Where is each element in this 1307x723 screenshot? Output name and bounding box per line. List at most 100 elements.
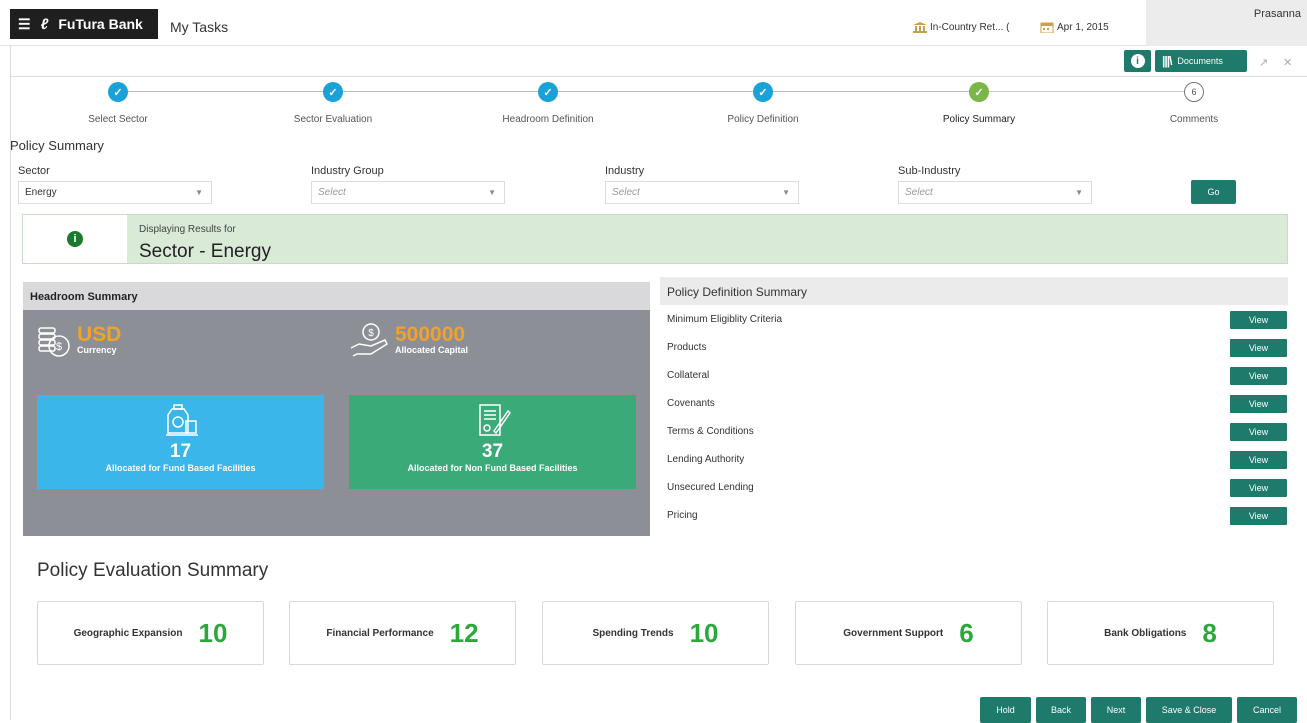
view-button[interactable]: View (1230, 367, 1287, 385)
step-label: Select Sector (88, 114, 148, 125)
hamburger-menu-icon[interactable]: ☰ (18, 16, 31, 33)
evaluation-name: Financial Performance (326, 627, 434, 639)
sub-industry-placeholder: Select (905, 187, 933, 198)
bank-building-icon (913, 22, 927, 33)
evaluation-card[interactable]: Geographic Expansion 10 (37, 601, 264, 665)
view-button[interactable]: View (1230, 451, 1287, 469)
go-button[interactable]: Go (1191, 180, 1236, 204)
policy-item-name: Covenants (667, 398, 715, 409)
step-select-sector[interactable]: ✓ Select Sector (48, 82, 188, 125)
banner-icon-box: i (23, 215, 127, 263)
evaluation-name: Geographic Expansion (73, 627, 183, 639)
info-icon: i (1130, 54, 1145, 68)
next-button[interactable]: Next (1091, 697, 1141, 723)
policy-definition-summary: Policy Definition Summary (660, 277, 1288, 305)
save-close-button[interactable]: Save & Close (1146, 697, 1232, 723)
step-label: Policy Summary (942, 114, 1016, 125)
non-fund-based-tile[interactable]: 37 Allocated for Non Fund Based Faciliti… (349, 395, 636, 489)
hand-money-icon: $ (350, 323, 388, 357)
caret-down-icon: ▼ (488, 188, 496, 197)
step-label: Headroom Definition (502, 114, 594, 125)
evaluation-card[interactable]: Financial Performance 12 (289, 601, 516, 665)
evaluation-card[interactable]: Bank Obligations 8 (1047, 601, 1274, 665)
policy-definition-row: Minimum Eligiblity Criteria View (660, 311, 1288, 331)
check-icon: ✓ (108, 82, 128, 102)
view-button[interactable]: View (1230, 339, 1287, 357)
policy-item-name: Lending Authority (667, 454, 745, 465)
industry-label: Industry (605, 165, 645, 177)
evaluation-value: 10 (689, 617, 719, 648)
user-menu[interactable]: Prasanna (1146, 0, 1307, 46)
currency-label: Currency (77, 345, 117, 355)
fund-based-value: 17 (169, 441, 192, 462)
step-label: Policy Definition (727, 114, 799, 125)
allocated-capital-value: 500000 (395, 323, 466, 346)
step-number: 6 (1184, 82, 1204, 102)
documents-button[interactable]: |||\ Documents (1155, 50, 1247, 72)
step-policy-summary[interactable]: ✓ Policy Summary (909, 82, 1049, 125)
caret-down-icon: ▼ (1075, 188, 1083, 197)
documents-label: Documents (1177, 56, 1223, 66)
policy-item-name: Pricing (667, 510, 698, 521)
view-button[interactable]: View (1230, 395, 1287, 413)
sub-industry-select[interactable]: Select ▼ (898, 181, 1092, 204)
industry-group-select[interactable]: Select ▼ (311, 181, 505, 204)
headroom-summary-title: Headroom Summary (23, 282, 650, 310)
caret-down-icon: ▼ (782, 188, 790, 197)
brand-logo[interactable]: ☰ ℓ FuTura Bank (10, 9, 158, 39)
evaluation-card[interactable]: Government Support 6 (795, 601, 1022, 665)
policy-item-name: Minimum Eligiblity Criteria (667, 314, 783, 325)
calendar-icon (1040, 22, 1054, 33)
evaluation-value: 6 (959, 617, 974, 648)
step-label: Sector Evaluation (293, 114, 373, 125)
policy-evaluation-title: Policy Evaluation Summary (37, 560, 269, 581)
check-icon: ✓ (753, 82, 773, 102)
banner-title: Sector - Energy (139, 241, 271, 262)
svg-text:$: $ (368, 328, 374, 339)
entity-label: In-Country Ret... ( (930, 22, 1010, 33)
industry-group-placeholder: Select (318, 187, 346, 198)
documents-icon: |||\ (1162, 54, 1172, 68)
industry-select[interactable]: Select ▼ (605, 181, 799, 204)
expand-icon[interactable]: ↗ (1259, 56, 1268, 69)
left-border (10, 132, 11, 720)
currency-value: USD (77, 323, 122, 346)
top-bar: ☰ ℓ FuTura Bank My Tasks In-Country Ret.… (0, 0, 1307, 46)
policy-definition-row: Collateral View (660, 367, 1288, 387)
policy-definition-row: Terms & Conditions View (660, 423, 1288, 443)
currency-item: $ USD Currency (37, 322, 121, 358)
hold-button[interactable]: Hold (980, 697, 1031, 723)
policy-definition-title: Policy Definition Summary (660, 277, 1288, 305)
non-fund-based-value: 37 (481, 441, 504, 462)
info-button[interactable]: i (1124, 50, 1151, 72)
evaluation-card[interactable]: Spending Trends 10 (542, 601, 769, 665)
close-icon[interactable]: ✕ (1283, 56, 1292, 69)
view-button[interactable]: View (1230, 311, 1287, 329)
view-button[interactable]: View (1230, 507, 1287, 525)
step-policy-definition[interactable]: ✓ Policy Definition (693, 82, 833, 125)
evaluation-name: Bank Obligations (1104, 627, 1187, 639)
page-title: Policy Summary (10, 138, 104, 153)
step-headroom-definition[interactable]: ✓ Headroom Definition (478, 82, 618, 125)
date-display[interactable]: Apr 1, 2015 (1040, 22, 1109, 33)
view-button[interactable]: View (1230, 423, 1287, 441)
cancel-button[interactable]: Cancel (1237, 697, 1297, 723)
non-fund-based-label: Allocated for Non Fund Based Facilities (407, 463, 578, 473)
industry-group-label: Industry Group (311, 165, 384, 177)
sector-value: Energy (25, 187, 57, 198)
allocated-capital-item: $ 500000 Allocated Capital (349, 322, 468, 358)
evaluation-value: 8 (1202, 617, 1217, 648)
sector-select[interactable]: Energy ▼ (18, 181, 212, 204)
fund-based-tile[interactable]: 17 Allocated for Fund Based Facilities (37, 395, 324, 489)
svg-text:$: $ (56, 341, 62, 353)
check-icon: ✓ (538, 82, 558, 102)
fund-based-label: Allocated for Fund Based Facilities (105, 463, 256, 473)
info-icon: i (67, 231, 83, 247)
view-button[interactable]: View (1230, 479, 1287, 497)
step-sector-evaluation[interactable]: ✓ Sector Evaluation (263, 82, 403, 125)
step-comments[interactable]: 6 Comments (1124, 82, 1264, 125)
back-button[interactable]: Back (1036, 697, 1086, 723)
policy-definition-row: Products View (660, 339, 1288, 359)
entity-selector[interactable]: In-Country Ret... ( (913, 22, 1009, 33)
evaluation-value: 12 (449, 617, 479, 648)
